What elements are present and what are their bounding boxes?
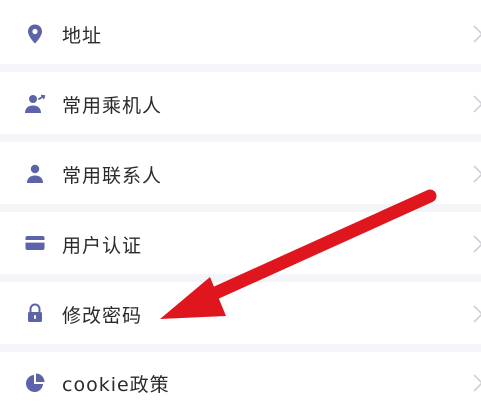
menu-item-label: 地址 <box>62 25 103 47</box>
menu-item-label: 常用乘机人 <box>62 95 163 117</box>
menu-item-cookie-policy[interactable]: cookie政策 <box>0 352 481 415</box>
menu-item-label: 常用联系人 <box>62 165 163 187</box>
menu-item-label: cookie政策 <box>62 374 170 396</box>
menu-item-label: 用户认证 <box>62 235 143 257</box>
pie-chart-icon <box>24 372 46 394</box>
menu-item-frequent-contacts[interactable]: 常用联系人 <box>0 142 481 204</box>
location-pin-icon <box>24 23 46 45</box>
chevron-right-icon <box>473 25 481 43</box>
chevron-right-icon <box>473 374 481 392</box>
menu-item-address[interactable]: 地址 <box>0 0 481 64</box>
menu-item-user-verification[interactable]: 用户认证 <box>0 212 481 274</box>
card-icon <box>24 232 46 254</box>
chevron-right-icon <box>473 165 481 183</box>
passenger-icon <box>24 93 46 115</box>
chevron-right-icon <box>473 235 481 253</box>
contact-person-icon <box>24 163 46 185</box>
menu-item-change-password[interactable]: 修改密码 <box>0 282 481 344</box>
chevron-right-icon <box>473 305 481 323</box>
menu-item-frequent-passengers[interactable]: 常用乘机人 <box>0 72 481 134</box>
chevron-right-icon <box>473 95 481 113</box>
lock-icon <box>24 302 46 324</box>
menu-item-label: 修改密码 <box>62 305 143 327</box>
settings-menu: 地址 常用乘机人 常用联系人 用户认证 修改密码 cookie政策 <box>0 0 481 415</box>
